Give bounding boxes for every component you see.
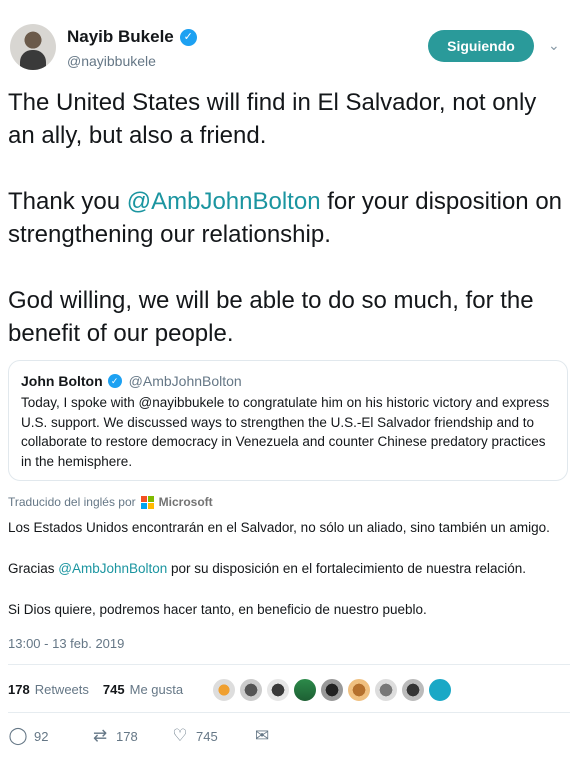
- direct-message-button[interactable]: ✉: [252, 726, 272, 746]
- author-avatar[interactable]: [10, 24, 56, 70]
- tweet-header: Nayib Bukele ✓ @nayibbukele Siguiendo ⌄: [0, 0, 580, 80]
- quoted-tweet[interactable]: John Bolton ✓ @AmbJohnBolton Today, I sp…: [8, 360, 568, 481]
- retweet-button[interactable]: ⇄ 178: [90, 726, 170, 746]
- translated-paragraph-3: Si Dios quiere, podremos hacer tanto, en…: [8, 602, 427, 617]
- quoted-tweet-text: Today, I spoke with @nayibbukele to cong…: [21, 395, 550, 469]
- quoted-author-name: John Bolton: [21, 373, 103, 389]
- like-count: 745: [196, 728, 218, 744]
- reply-count: 92: [34, 728, 49, 744]
- liker-avatar[interactable]: [428, 678, 452, 702]
- divider: [8, 712, 570, 713]
- engagement-stats: 178 Retweets 745 Me gusta: [8, 682, 197, 697]
- tweet-paragraph-2: Thank you @AmbJohnBolton for your dispos…: [8, 185, 568, 251]
- tweet-text: The United States will find in El Salvad…: [8, 86, 568, 383]
- likes-stat-label: Me gusta: [129, 682, 184, 697]
- retweets-stat-count: 178: [8, 682, 30, 697]
- translation-attribution: Traducido del inglés por Microsoft: [8, 495, 213, 509]
- liker-avatar[interactable]: [401, 678, 425, 702]
- translated-paragraph-1: Los Estados Unidos encontrarán en el Sal…: [8, 520, 550, 535]
- likes-stat-count: 745: [102, 682, 125, 697]
- quoted-tweet-header: John Bolton ✓ @AmbJohnBolton: [21, 373, 555, 389]
- heart-icon: ♡: [172, 726, 188, 745]
- chevron-down-icon[interactable]: ⌄: [548, 38, 562, 52]
- liker-avatar[interactable]: [374, 678, 398, 702]
- translation-provider: Microsoft: [158, 495, 213, 509]
- reply-button[interactable]: ◯ 92: [8, 726, 90, 746]
- quoted-author-handle: @AmbJohnBolton: [128, 373, 242, 389]
- liker-avatar[interactable]: [293, 678, 317, 702]
- author-handle[interactable]: @nayibbukele: [67, 53, 156, 69]
- mention-link[interactable]: @AmbJohnBolton: [127, 188, 321, 215]
- divider: [8, 664, 570, 665]
- likes-stat[interactable]: 745 Me gusta: [103, 682, 183, 697]
- translated-mention-link[interactable]: @AmbJohnBolton: [58, 561, 167, 576]
- tweet-paragraph-1: The United States will find in El Salvad…: [8, 89, 537, 149]
- liker-avatar[interactable]: [266, 678, 290, 702]
- translated-text: Los Estados Unidos encontrarán en el Sal…: [8, 518, 573, 641]
- microsoft-logo-icon: [140, 495, 154, 509]
- liker-avatar[interactable]: [212, 678, 236, 702]
- envelope-icon: ✉: [254, 726, 270, 745]
- retweets-stat-label: Retweets: [34, 682, 89, 697]
- liker-avatar[interactable]: [239, 678, 263, 702]
- following-button[interactable]: Siguiendo: [428, 30, 534, 62]
- translated-paragraph-2-post: por su disposición en el fortalecimiento…: [167, 561, 526, 576]
- translation-label: Traducido del inglés por: [8, 495, 136, 509]
- retweets-stat[interactable]: 178 Retweets: [8, 682, 89, 697]
- translated-paragraph-2-pre: Gracias: [8, 561, 59, 576]
- reply-icon: ◯: [8, 726, 28, 745]
- like-button[interactable]: ♡ 745: [170, 726, 252, 746]
- retweet-count: 178: [116, 728, 138, 744]
- tweet-timestamp[interactable]: 13:00 - 13 feb. 2019: [8, 636, 124, 651]
- likers-avatars: [212, 678, 452, 702]
- retweet-icon: ⇄: [92, 726, 108, 745]
- tweet-paragraph-3: God willing, we will be able to do so mu…: [8, 287, 534, 347]
- tweet-actions: ◯ 92 ⇄ 178 ♡ 745 ✉: [8, 726, 272, 746]
- author-name[interactable]: Nayib Bukele: [67, 27, 174, 47]
- liker-avatar[interactable]: [347, 678, 371, 702]
- liker-avatar[interactable]: [320, 678, 344, 702]
- tweet-paragraph-2-pre: Thank you: [8, 188, 127, 215]
- author-name-row: Nayib Bukele ✓: [67, 27, 197, 47]
- verified-badge-icon: ✓: [179, 28, 197, 46]
- verified-badge-icon: ✓: [107, 374, 122, 388]
- translated-paragraph-2: Gracias @AmbJohnBolton por su disposició…: [8, 559, 573, 578]
